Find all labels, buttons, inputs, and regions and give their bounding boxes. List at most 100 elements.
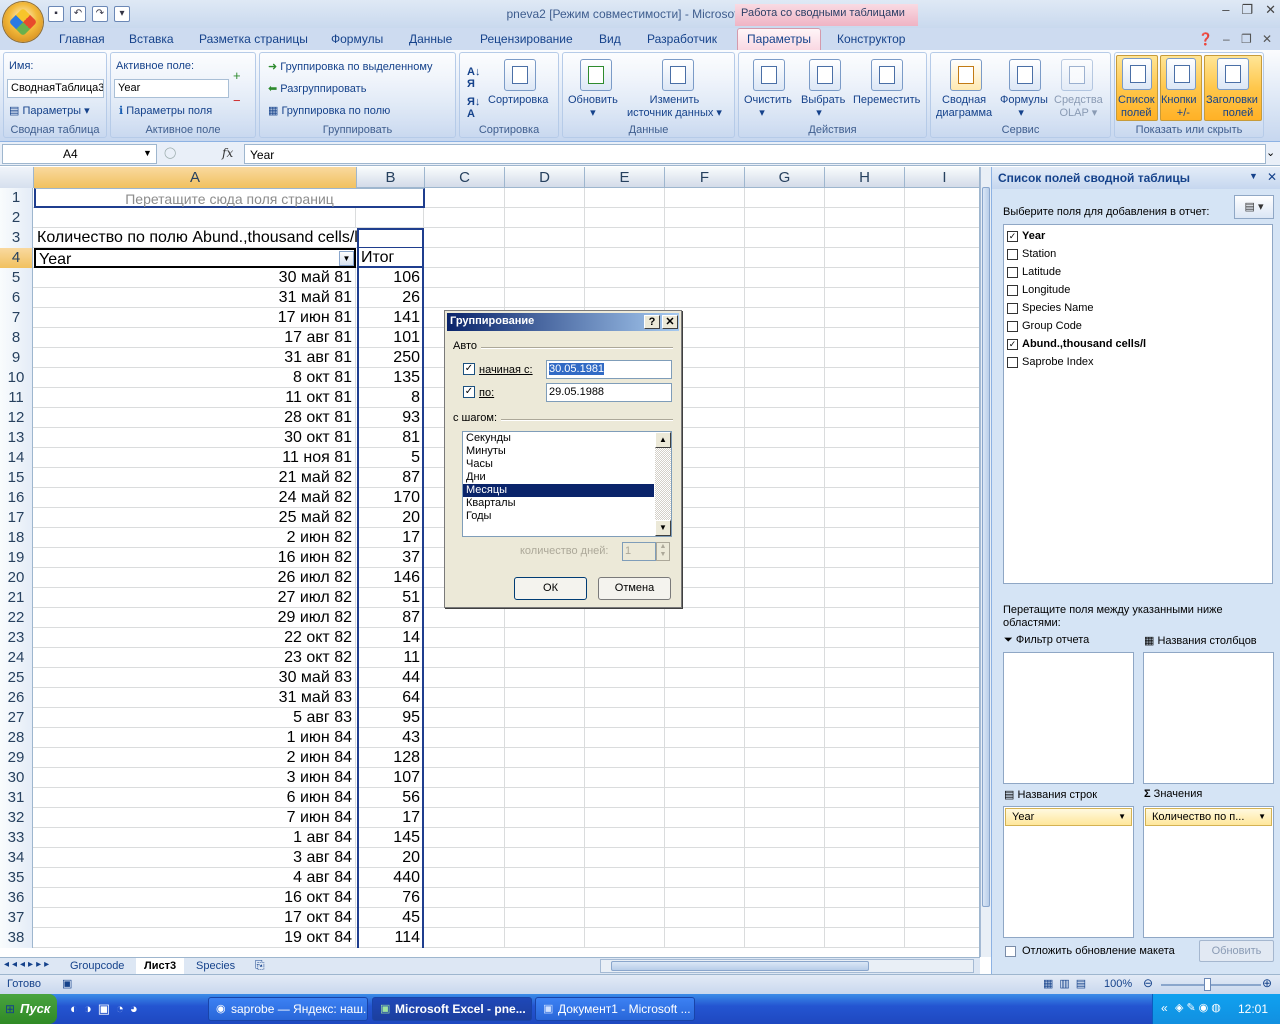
step-option[interactable]: Месяцы xyxy=(463,484,654,497)
empty-cell[interactable] xyxy=(825,248,905,268)
empty-cell[interactable] xyxy=(505,928,585,948)
row-header[interactable]: 29 xyxy=(0,748,33,768)
empty-cell[interactable] xyxy=(825,648,905,668)
empty-cell[interactable] xyxy=(745,508,825,528)
field-item[interactable]: ✓ Year xyxy=(1007,228,1045,244)
empty-cell[interactable] xyxy=(825,388,905,408)
empty-cell[interactable] xyxy=(425,668,505,688)
cell-count[interactable]: 114 xyxy=(357,928,424,948)
data-caption[interactable]: Количество по полю Abund.,thousand cells… xyxy=(34,228,358,248)
empty-cell[interactable] xyxy=(665,648,745,668)
empty-cell[interactable] xyxy=(745,368,825,388)
empty-cell[interactable] xyxy=(665,228,745,248)
end-checkbox[interactable]: ✓ xyxy=(463,386,475,398)
empty-cell[interactable] xyxy=(665,808,745,828)
cell-date[interactable]: 29 июл 82 xyxy=(34,608,356,628)
row-header[interactable]: 5 xyxy=(0,268,33,288)
tab-developer[interactable]: Разработчик xyxy=(647,32,717,46)
cell-b[interactable] xyxy=(357,228,424,248)
empty-cell[interactable] xyxy=(505,708,585,728)
empty-cell[interactable] xyxy=(825,308,905,328)
empty-cell[interactable] xyxy=(425,208,505,228)
row-header[interactable]: 19 xyxy=(0,548,33,568)
cell-count[interactable]: 43 xyxy=(357,728,424,748)
empty-cell[interactable] xyxy=(425,828,505,848)
empty-cell[interactable] xyxy=(745,708,825,728)
empty-cell[interactable] xyxy=(745,308,825,328)
row-header[interactable]: 22 xyxy=(0,608,33,628)
cell-date[interactable]: 2 июн 84 xyxy=(34,748,356,768)
cell-count[interactable]: 20 xyxy=(357,848,424,868)
empty-cell[interactable] xyxy=(665,668,745,688)
empty-cell[interactable] xyxy=(905,308,980,328)
ungroup-button[interactable]: ⬅ Разгруппировать xyxy=(268,82,366,95)
zoom-out-icon[interactable]: ⊖ xyxy=(1143,976,1153,990)
cell-date[interactable]: 8 окт 81 xyxy=(34,368,356,388)
empty-cell[interactable] xyxy=(665,908,745,928)
row-header[interactable]: 9 xyxy=(0,348,33,368)
cell-count[interactable]: 64 xyxy=(357,688,424,708)
cell-date[interactable]: 23 окт 82 xyxy=(34,648,356,668)
empty-cell[interactable] xyxy=(825,428,905,448)
cell-b[interactable] xyxy=(357,208,424,228)
cell-date[interactable]: 30 май 83 xyxy=(34,668,356,688)
row-header[interactable]: 25 xyxy=(0,668,33,688)
field-checkbox[interactable] xyxy=(1007,284,1018,296)
row-header[interactable]: 1 xyxy=(0,188,33,208)
workbook-close-icon[interactable]: ✕ xyxy=(1262,32,1272,46)
empty-cell[interactable] xyxy=(825,408,905,428)
values-area[interactable]: Количество по п... ▼ xyxy=(1143,806,1274,938)
olap-tools-button[interactable]: Средства OLAP ▾ xyxy=(1054,94,1103,120)
empty-cell[interactable] xyxy=(665,608,745,628)
row-header[interactable]: 32 xyxy=(0,808,33,828)
scroll-up-icon[interactable]: ▲ xyxy=(655,432,671,448)
row-header[interactable]: 10 xyxy=(0,368,33,388)
show-hidden-icons[interactable]: « xyxy=(1161,1001,1168,1015)
empty-cell[interactable] xyxy=(505,788,585,808)
empty-cell[interactable] xyxy=(665,288,745,308)
empty-cell[interactable] xyxy=(425,268,505,288)
empty-cell[interactable] xyxy=(745,488,825,508)
row-header[interactable]: 16 xyxy=(0,488,33,508)
empty-cell[interactable] xyxy=(585,928,665,948)
cell-date[interactable]: 7 июн 84 xyxy=(34,808,356,828)
empty-cell[interactable] xyxy=(585,888,665,908)
cell-count[interactable]: 87 xyxy=(357,468,424,488)
cell-count[interactable]: 135 xyxy=(357,368,424,388)
group-selection-button[interactable]: ➜ Группировка по выделенному xyxy=(268,60,433,73)
cell-count[interactable]: 250 xyxy=(357,348,424,368)
field-item[interactable]: Saprobe Index xyxy=(1007,354,1094,370)
empty-cell[interactable] xyxy=(745,268,825,288)
empty-cell[interactable] xyxy=(745,688,825,708)
empty-cell[interactable] xyxy=(905,528,980,548)
cell-date[interactable]: 30 окт 81 xyxy=(34,428,356,448)
value-field-chip[interactable]: Количество по п... ▼ xyxy=(1145,808,1272,826)
maximize-icon[interactable]: ❐ xyxy=(1241,2,1253,18)
cell-date[interactable]: 3 авг 84 xyxy=(34,848,356,868)
refresh-button[interactable]: Обновить ▾ xyxy=(568,94,618,119)
empty-cell[interactable] xyxy=(665,208,745,228)
sheet-tab-list3[interactable]: Лист3 xyxy=(136,958,185,974)
row-header[interactable]: 37 xyxy=(0,908,33,928)
cell-count[interactable]: 101 xyxy=(357,328,424,348)
sheet-nav-icons[interactable]: ◂◂◂▸▸▸ xyxy=(4,959,52,970)
empty-cell[interactable] xyxy=(905,708,980,728)
empty-cell[interactable] xyxy=(745,548,825,568)
empty-cell[interactable] xyxy=(585,208,665,228)
cell-count[interactable]: 81 xyxy=(357,428,424,448)
zoom-in-icon[interactable]: ⊕ xyxy=(1262,976,1272,990)
empty-cell[interactable] xyxy=(585,648,665,668)
column-header-e[interactable]: E xyxy=(585,167,665,188)
cell-date[interactable]: 22 окт 82 xyxy=(34,628,356,648)
empty-cell[interactable] xyxy=(505,908,585,928)
tab-insert[interactable]: Вставка xyxy=(129,32,174,46)
empty-cell[interactable] xyxy=(745,908,825,928)
row-header[interactable]: 23 xyxy=(0,628,33,648)
empty-cell[interactable] xyxy=(905,288,980,308)
empty-cell[interactable] xyxy=(745,648,825,668)
row-header[interactable]: 31 xyxy=(0,788,33,808)
taskbar-item-word[interactable]: Документ1 - Microsoft ... xyxy=(535,997,695,1021)
cell-date[interactable]: 1 авг 84 xyxy=(34,828,356,848)
empty-cell[interactable] xyxy=(905,868,980,888)
pane-close-icon[interactable]: ✕ xyxy=(1267,170,1277,184)
